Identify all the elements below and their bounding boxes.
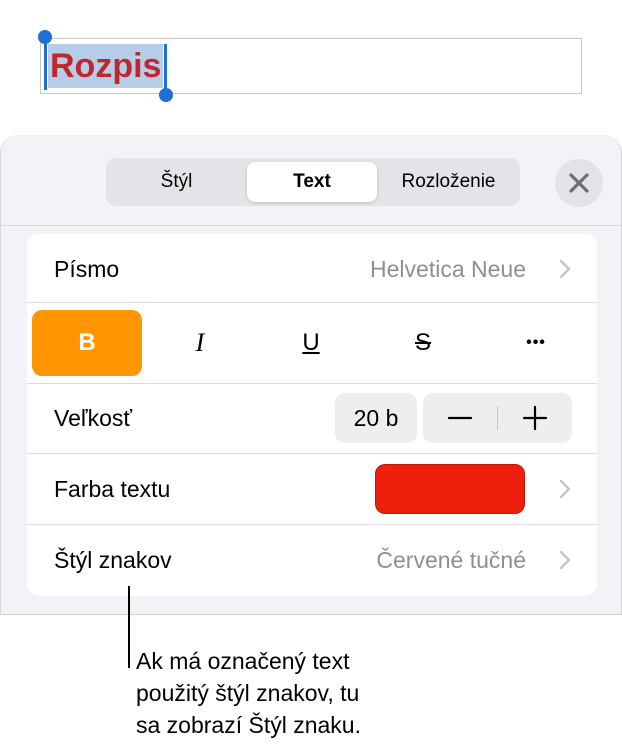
- size-label: Veľkosť: [54, 405, 132, 431]
- chevron-right-icon: [559, 259, 571, 279]
- strikethrough-button[interactable]: S: [368, 310, 478, 376]
- font-value: Helvetica Neue: [370, 256, 526, 282]
- font-size-stepper: [423, 393, 572, 443]
- more-options-button[interactable]: •••: [481, 310, 591, 376]
- italic-button[interactable]: I: [145, 310, 255, 376]
- chevron-right-icon: [559, 479, 571, 499]
- callout-line-1: Ak má označený text: [136, 648, 350, 674]
- chevron-right-icon: [559, 550, 571, 570]
- callout-line-2: použitý štýl znakov, tu: [136, 680, 360, 706]
- font-size-field[interactable]: 20 b: [335, 393, 417, 443]
- divider: [27, 302, 597, 303]
- text-color-swatch[interactable]: [375, 464, 525, 514]
- document-canvas: Rozpis: [0, 0, 622, 135]
- callout-text: Ak má označený text použitý štýl znakov,…: [136, 645, 456, 741]
- tab-layout[interactable]: Rozloženie: [381, 162, 516, 202]
- plus-icon: [522, 405, 548, 431]
- character-style-label: Štýl znakov: [54, 547, 172, 573]
- selection-end-bar: [164, 44, 167, 94]
- minus-icon: [447, 416, 473, 420]
- tab-text[interactable]: Text: [247, 162, 377, 202]
- format-tabs: Štýl Text Rozloženie: [106, 158, 520, 206]
- tab-style[interactable]: Štýl: [110, 162, 243, 202]
- callout-leader-line: [128, 586, 130, 668]
- text-color-label: Farba textu: [54, 476, 171, 502]
- divider: [27, 524, 597, 525]
- bold-button[interactable]: B: [32, 310, 142, 376]
- character-style-value: Červené tučné: [376, 547, 526, 573]
- panel-divider: [0, 225, 622, 226]
- divider: [27, 383, 597, 384]
- selection-start-bar: [44, 40, 47, 90]
- selected-title-text[interactable]: Rozpis: [48, 44, 164, 88]
- selection-end-handle[interactable]: [159, 88, 173, 102]
- callout-line-3: sa zobrazí Štýl znaku.: [136, 712, 361, 738]
- increase-size-button[interactable]: [498, 393, 572, 443]
- font-label: Písmo: [54, 256, 120, 282]
- divider: [27, 453, 597, 454]
- decrease-size-button[interactable]: [423, 393, 497, 443]
- close-button[interactable]: [555, 159, 603, 207]
- close-icon: [569, 173, 589, 193]
- underline-button[interactable]: U: [256, 310, 366, 376]
